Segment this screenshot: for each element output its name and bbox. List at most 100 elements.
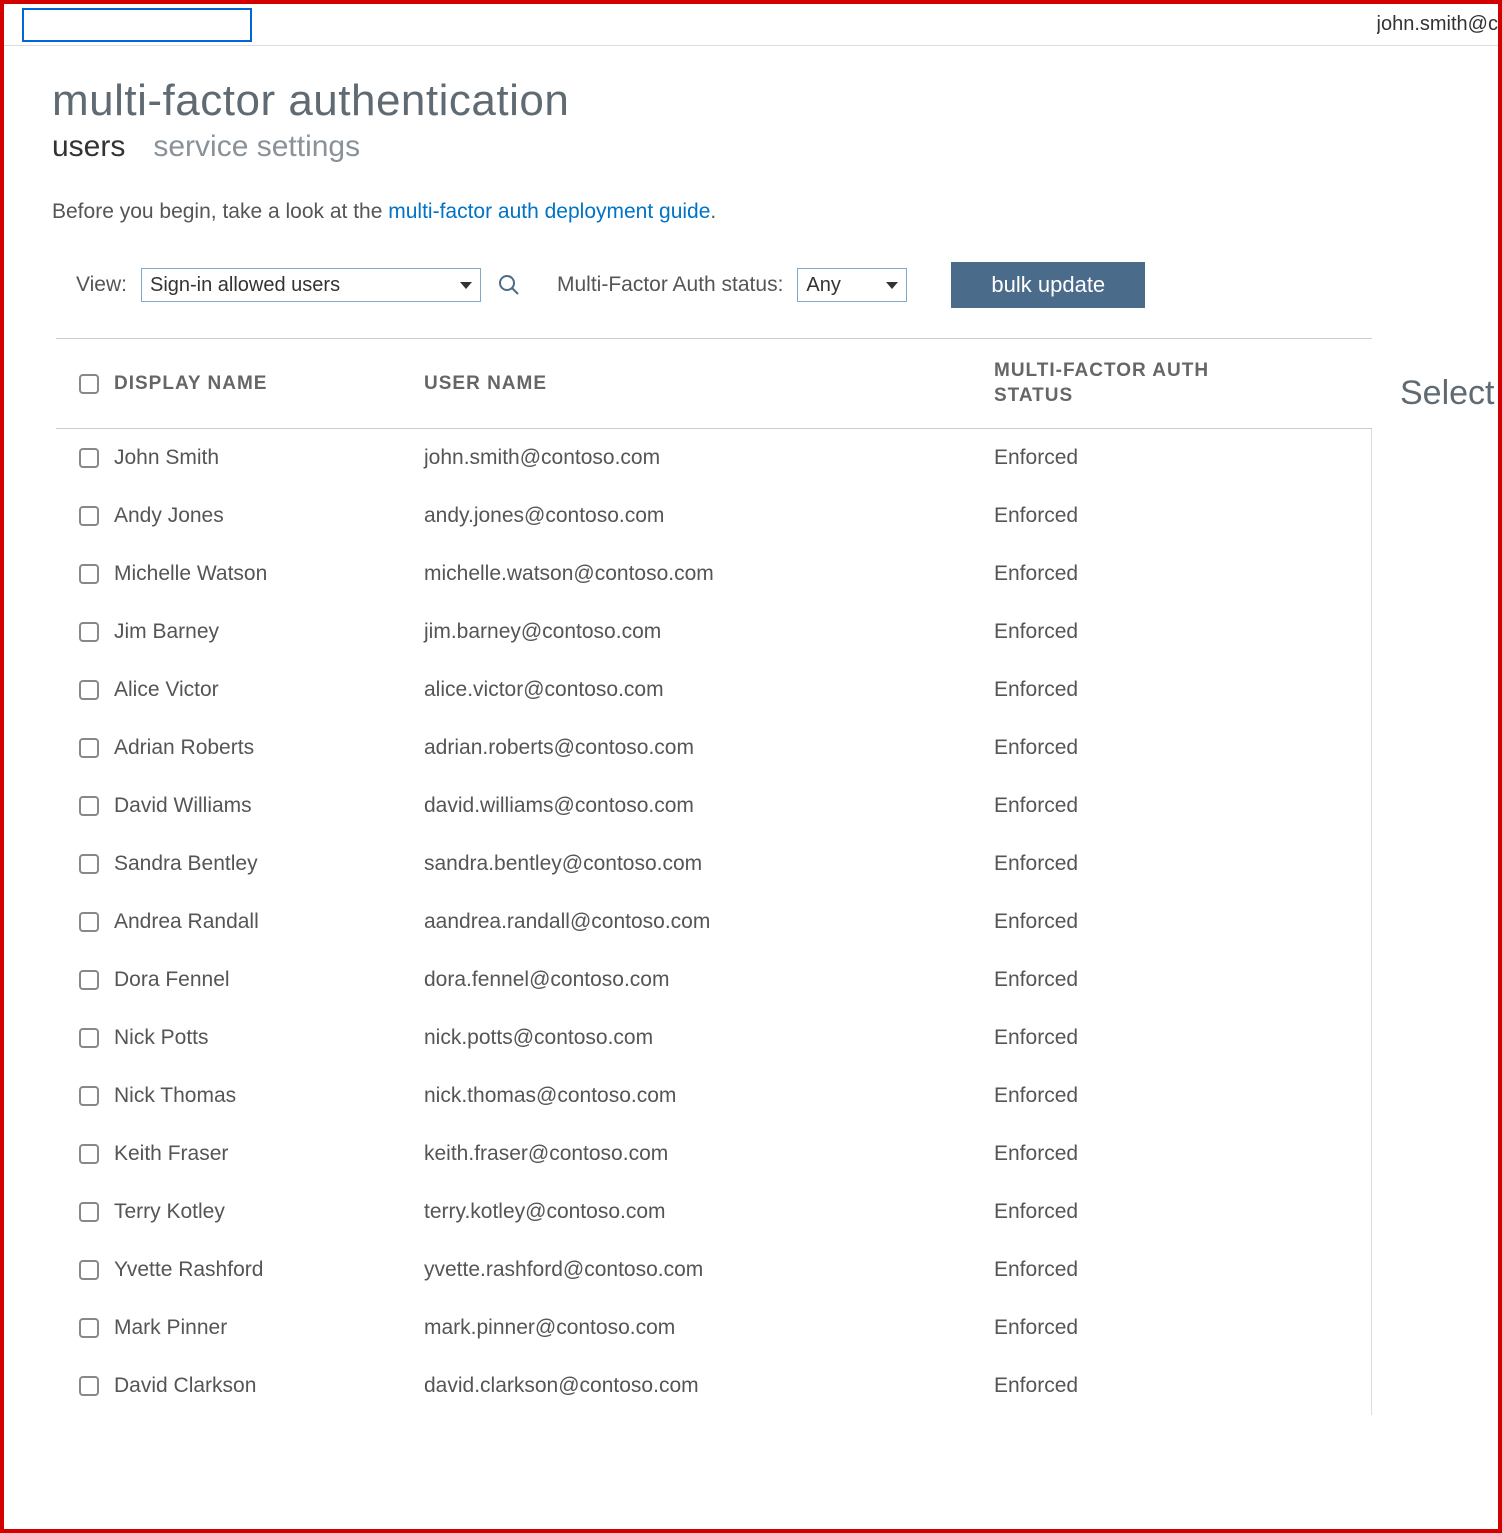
table-row[interactable]: Adrian Robertsadrian.roberts@contoso.com… — [56, 719, 1371, 777]
mfa-status-value: Any — [806, 274, 840, 297]
cell-mfa-status: Enforced — [994, 1026, 1371, 1050]
cell-user-name: david.williams@contoso.com — [424, 794, 994, 818]
cell-user-name: aandrea.randall@contoso.com — [424, 910, 994, 934]
row-checkbox[interactable] — [79, 970, 99, 990]
signed-in-user: john.smith@c — [1377, 13, 1498, 36]
tab-service-settings[interactable]: service settings — [153, 130, 360, 164]
row-checkbox[interactable] — [79, 680, 99, 700]
cell-display-name: Sandra Bentley — [114, 852, 424, 876]
cell-mfa-status: Enforced — [994, 852, 1371, 876]
row-checkbox[interactable] — [79, 854, 99, 874]
chevron-down-icon — [886, 282, 898, 289]
row-checkbox[interactable] — [79, 1086, 99, 1106]
table-wrap: DISPLAY NAME USER NAME MULTI-FACTOR AUTH… — [52, 338, 1498, 1415]
intro-text: Before you begin, take a look at the mul… — [52, 200, 1498, 224]
row-checkbox[interactable] — [79, 564, 99, 584]
side-panel: Select — [1372, 338, 1498, 1415]
deployment-guide-link[interactable]: multi-factor auth deployment guide — [388, 200, 710, 223]
cell-display-name: Andrea Randall — [114, 910, 424, 934]
main-content: multi-factor authentication users servic… — [4, 46, 1498, 1415]
search-icon[interactable] — [495, 271, 523, 299]
row-checkbox[interactable] — [79, 1260, 99, 1280]
cell-mfa-status: Enforced — [994, 1316, 1371, 1340]
row-checkbox[interactable] — [79, 1028, 99, 1048]
table-row[interactable]: David Williamsdavid.williams@contoso.com… — [56, 777, 1371, 835]
table-row[interactable]: Andy Jonesandy.jones@contoso.comEnforced — [56, 487, 1371, 545]
row-checkbox[interactable] — [79, 1376, 99, 1396]
row-checkbox[interactable] — [79, 1318, 99, 1338]
cell-display-name: Terry Kotley — [114, 1200, 424, 1224]
cell-display-name: Nick Potts — [114, 1026, 424, 1050]
cell-user-name: dora.fennel@contoso.com — [424, 968, 994, 992]
cell-mfa-status: Enforced — [994, 1374, 1371, 1398]
cell-mfa-status: Enforced — [994, 1142, 1371, 1166]
col-user-name[interactable]: USER NAME — [424, 373, 994, 395]
topbar: john.smith@c — [4, 4, 1498, 46]
cell-mfa-status: Enforced — [994, 1200, 1371, 1224]
table-row[interactable]: Dora Fenneldora.fennel@contoso.comEnforc… — [56, 951, 1371, 1009]
controls-bar: View: Sign-in allowed users Multi-Factor… — [52, 262, 1498, 308]
table-row[interactable]: Nick Pottsnick.potts@contoso.comEnforced — [56, 1009, 1371, 1067]
users-table: DISPLAY NAME USER NAME MULTI-FACTOR AUTH… — [52, 338, 1372, 1415]
intro-prefix: Before you begin, take a look at the — [52, 200, 388, 223]
cell-display-name: Nick Thomas — [114, 1084, 424, 1108]
chevron-down-icon — [460, 282, 472, 289]
cell-user-name: yvette.rashford@contoso.com — [424, 1258, 994, 1282]
cell-mfa-status: Enforced — [994, 736, 1371, 760]
table-row[interactable]: Terry Kotleyterry.kotley@contoso.comEnfo… — [56, 1183, 1371, 1241]
page-title: multi-factor authentication — [52, 76, 1498, 126]
side-panel-title: Select — [1400, 374, 1498, 413]
row-checkbox[interactable] — [79, 912, 99, 932]
select-all-checkbox[interactable] — [79, 374, 99, 394]
cell-user-name: michelle.watson@contoso.com — [424, 562, 994, 586]
mfa-status-select[interactable]: Any — [797, 268, 907, 302]
cell-mfa-status: Enforced — [994, 678, 1371, 702]
tab-users[interactable]: users — [52, 130, 125, 164]
table-row[interactable]: Sandra Bentleysandra.bentley@contoso.com… — [56, 835, 1371, 893]
cell-display-name: Yvette Rashford — [114, 1258, 424, 1282]
table-row[interactable]: John Smithjohn.smith@contoso.comEnforced — [56, 429, 1371, 487]
table-row[interactable]: Yvette Rashfordyvette.rashford@contoso.c… — [56, 1241, 1371, 1299]
cell-mfa-status: Enforced — [994, 504, 1371, 528]
cell-user-name: nick.potts@contoso.com — [424, 1026, 994, 1050]
cell-user-name: david.clarkson@contoso.com — [424, 1374, 994, 1398]
tenant-selector[interactable] — [22, 8, 252, 42]
table-row[interactable]: Jim Barneyjim.barney@contoso.comEnforced — [56, 603, 1371, 661]
row-checkbox[interactable] — [79, 1144, 99, 1164]
cell-user-name: sandra.bentley@contoso.com — [424, 852, 994, 876]
table-row[interactable]: Alice Victoralice.victor@contoso.comEnfo… — [56, 661, 1371, 719]
row-checkbox[interactable] — [79, 1202, 99, 1222]
table-row[interactable]: Nick Thomasnick.thomas@contoso.comEnforc… — [56, 1067, 1371, 1125]
cell-mfa-status: Enforced — [994, 446, 1371, 470]
table-header: DISPLAY NAME USER NAME MULTI-FACTOR AUTH… — [56, 338, 1372, 429]
cell-user-name: keith.fraser@contoso.com — [424, 1142, 994, 1166]
row-checkbox[interactable] — [79, 738, 99, 758]
cell-display-name: Andy Jones — [114, 504, 424, 528]
table-row[interactable]: Andrea Randallaandrea.randall@contoso.co… — [56, 893, 1371, 951]
cell-mfa-status: Enforced — [994, 1258, 1371, 1282]
row-checkbox[interactable] — [79, 622, 99, 642]
cell-display-name: Adrian Roberts — [114, 736, 424, 760]
col-mfa-status[interactable]: MULTI-FACTOR AUTH STATUS — [994, 359, 1274, 408]
cell-mfa-status: Enforced — [994, 1084, 1371, 1108]
cell-user-name: mark.pinner@contoso.com — [424, 1316, 994, 1340]
bulk-update-button[interactable]: bulk update — [951, 262, 1145, 308]
view-select[interactable]: Sign-in allowed users — [141, 268, 481, 302]
cell-display-name: Michelle Watson — [114, 562, 424, 586]
table-row[interactable]: Keith Fraserkeith.fraser@contoso.comEnfo… — [56, 1125, 1371, 1183]
table-row[interactable]: David Clarksondavid.clarkson@contoso.com… — [56, 1357, 1371, 1415]
row-checkbox[interactable] — [79, 448, 99, 468]
col-display-name[interactable]: DISPLAY NAME — [114, 373, 424, 395]
tabs: users service settings — [52, 130, 1498, 164]
row-checkbox[interactable] — [79, 506, 99, 526]
cell-user-name: john.smith@contoso.com — [424, 446, 994, 470]
table-row[interactable]: Michelle Watsonmichelle.watson@contoso.c… — [56, 545, 1371, 603]
cell-mfa-status: Enforced — [994, 794, 1371, 818]
row-checkbox[interactable] — [79, 796, 99, 816]
view-select-value: Sign-in allowed users — [150, 274, 340, 297]
cell-display-name: David Clarkson — [114, 1374, 424, 1398]
mfa-status-label: Multi-Factor Auth status: — [557, 273, 783, 297]
cell-mfa-status: Enforced — [994, 562, 1371, 586]
table-row[interactable]: Mark Pinnermark.pinner@contoso.comEnforc… — [56, 1299, 1371, 1357]
cell-display-name: Dora Fennel — [114, 968, 424, 992]
